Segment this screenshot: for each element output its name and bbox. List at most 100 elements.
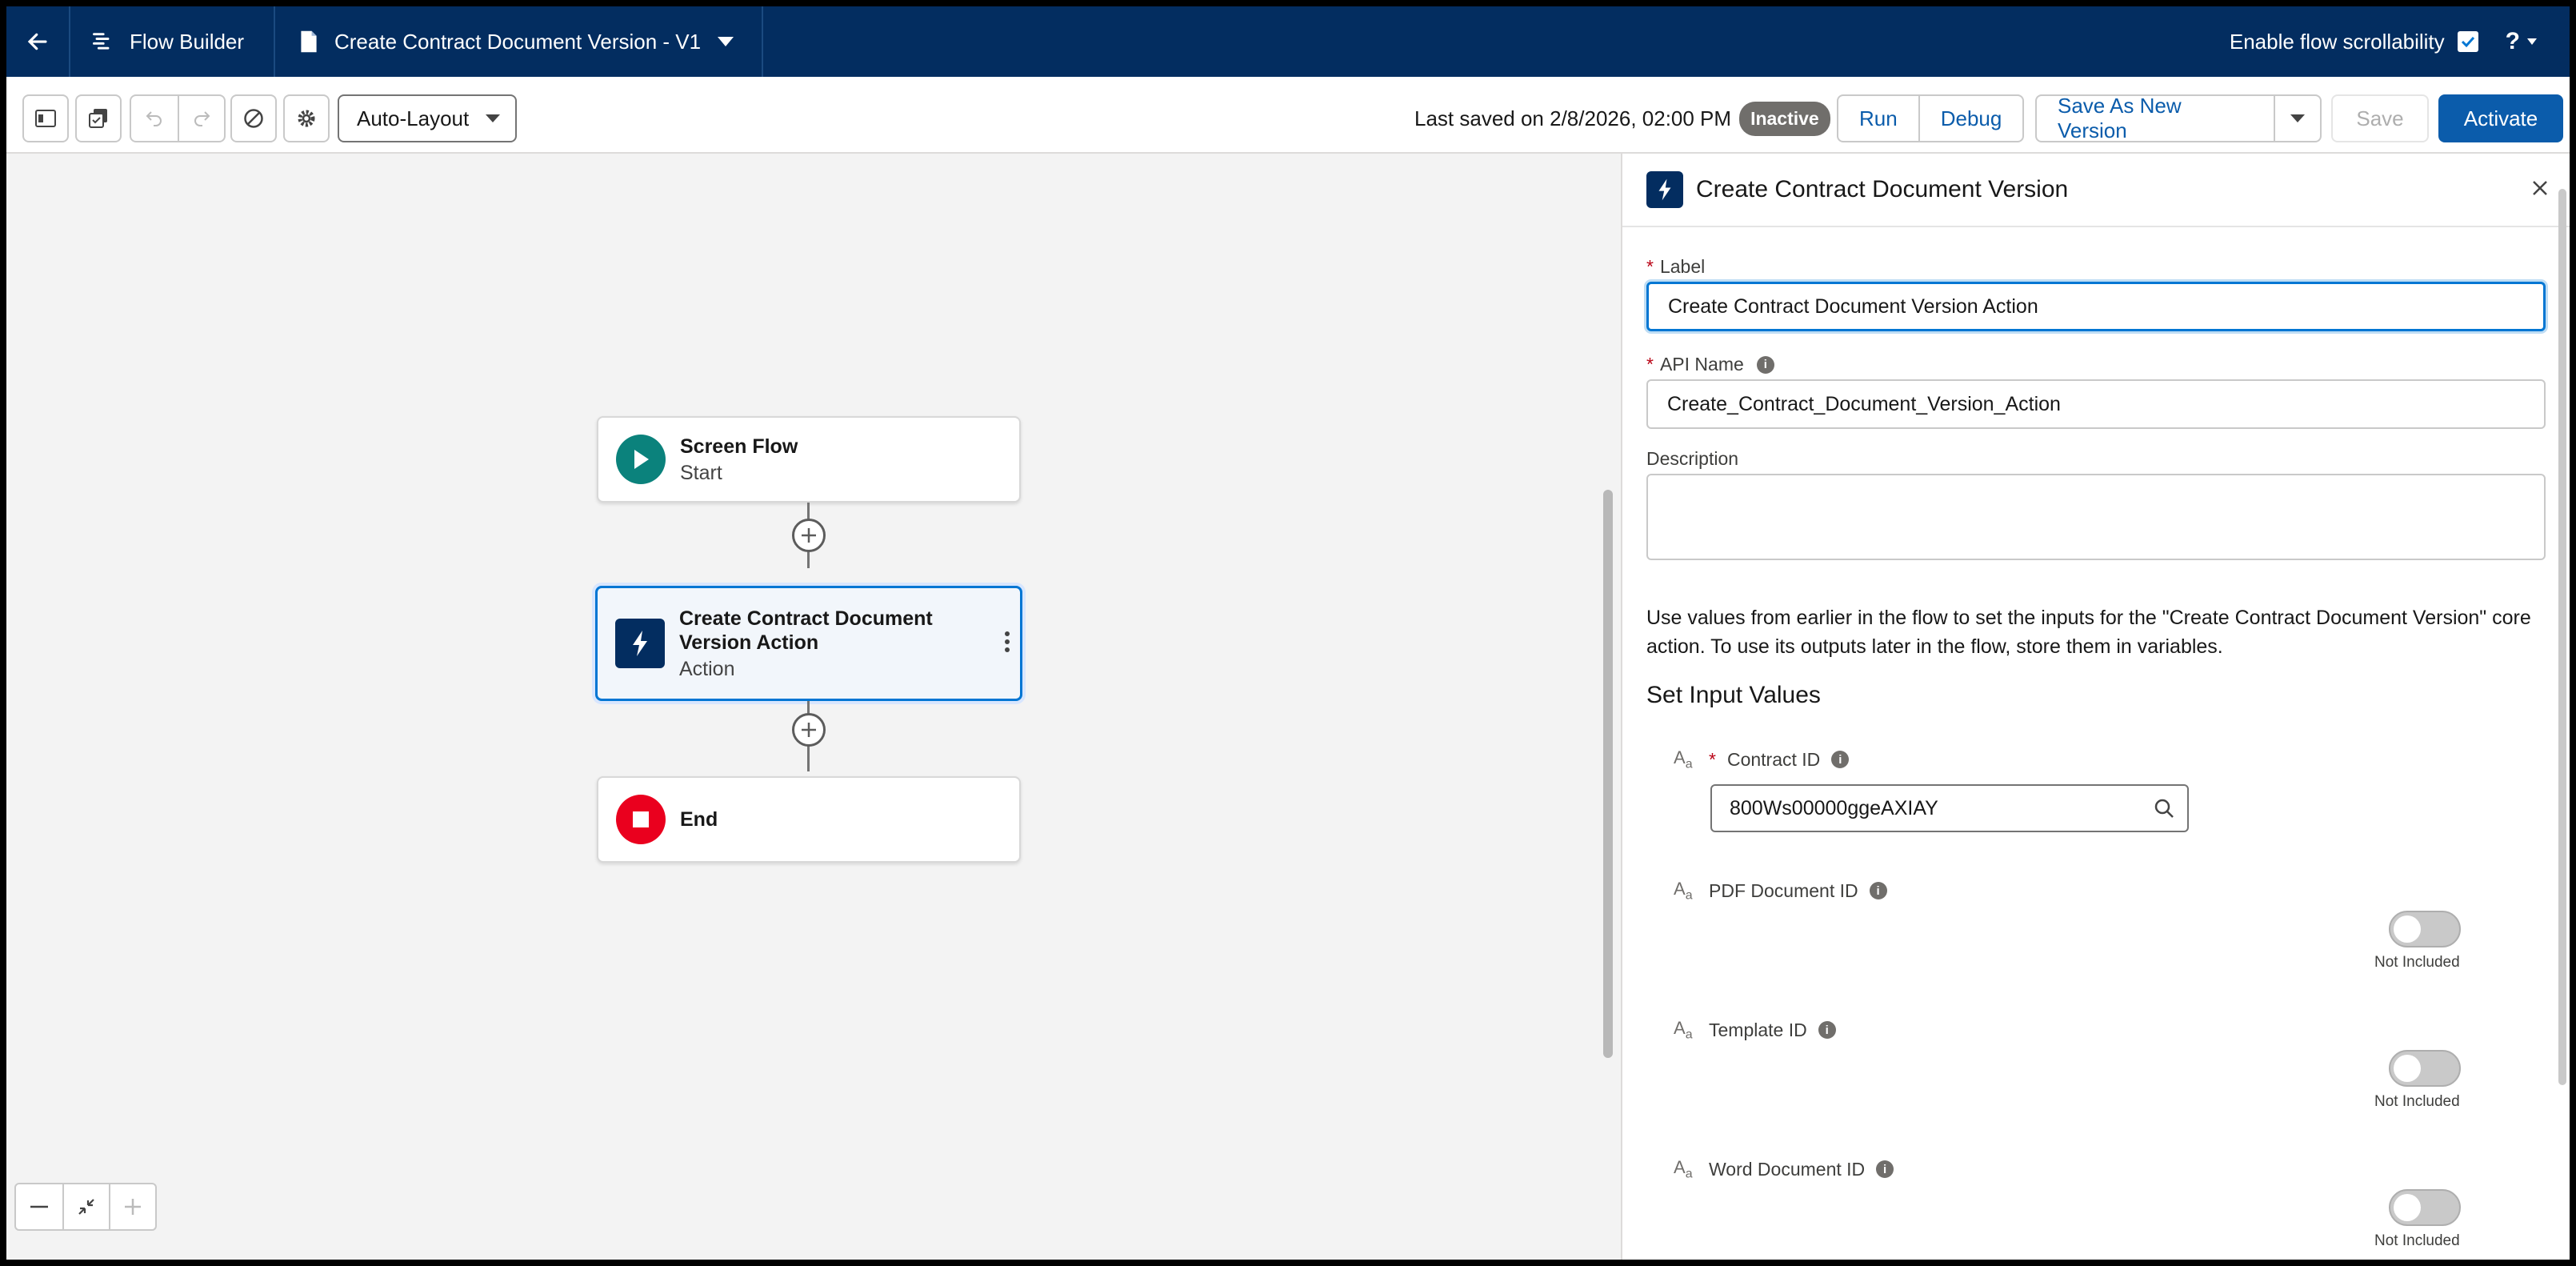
add-element-button[interactable] <box>792 713 826 747</box>
text-type-icon: Aa <box>1674 1018 1693 1042</box>
chevron-down-icon <box>2527 38 2537 45</box>
param-label: PDF Document ID <box>1709 879 1858 901</box>
description-textarea[interactable] <box>1646 474 2546 560</box>
info-icon[interactable]: i <box>1818 1021 1836 1040</box>
param-word-document-id: Aa Word Document ID i <box>1674 1157 1894 1181</box>
required-marker: * <box>1646 256 1654 277</box>
pdf-document-toggle[interactable] <box>2389 911 2461 947</box>
flow-canvas[interactable]: Screen Flow Start Create Contract Docume… <box>6 154 1613 1260</box>
plus-icon <box>802 723 816 737</box>
undo-button[interactable] <box>131 96 178 141</box>
param-label: Template ID <box>1709 1019 1807 1040</box>
description-field-text: Description <box>1646 448 1739 469</box>
close-panel-button[interactable] <box>2531 176 2549 203</box>
arrow-left-icon <box>27 33 47 50</box>
toggle-label: Not Included <box>2374 954 2460 971</box>
zoom-out-button[interactable] <box>16 1184 62 1229</box>
save-status: Last saved on 2/8/2026, 02:00 PM Inactiv… <box>1414 94 1830 142</box>
text-type-icon: Aa <box>1674 747 1693 771</box>
panel-toggle-icon <box>35 110 56 127</box>
gear-icon <box>298 110 315 127</box>
scroll-toggle-label: Enable flow scrollability <box>2229 29 2445 54</box>
plus-icon <box>125 1199 141 1215</box>
play-icon <box>616 435 666 484</box>
label-field-label: * Label <box>1646 256 1705 278</box>
redo-button[interactable] <box>178 96 224 141</box>
chevron-down-icon <box>486 114 500 122</box>
start-node-title: Screen Flow <box>680 435 798 458</box>
param-label: Word Document ID <box>1709 1158 1866 1180</box>
api-name-field-text: API Name <box>1659 354 1744 375</box>
add-element-button[interactable] <box>792 519 826 552</box>
label-input[interactable]: Create Contract Document Version Action <box>1646 282 2546 331</box>
panel-header: Create Contract Document Version <box>1622 154 2570 227</box>
contract-id-value: 800Ws00000ggeAXIAY <box>1730 796 1938 819</box>
zoom-controls <box>14 1183 157 1231</box>
info-icon[interactable]: i <box>1876 1160 1894 1179</box>
last-saved-text: Last saved on 2/8/2026, 02:00 PM <box>1414 106 1732 130</box>
action-node-title: Create Contract Document Version Action <box>679 607 933 654</box>
action-node[interactable]: Create Contract Document Version Action … <box>595 586 1022 701</box>
run-button[interactable]: Run <box>1838 96 1918 141</box>
zoom-in-button[interactable] <box>109 1184 155 1229</box>
save-as-new-version-button[interactable]: Save As New Version <box>2037 96 2274 141</box>
save-button[interactable]: Save <box>2331 94 2429 142</box>
more-vertical-icon <box>1005 631 1010 652</box>
end-node[interactable]: End <box>597 776 1021 863</box>
lightning-icon <box>615 619 665 668</box>
lightning-icon <box>1646 171 1683 208</box>
help-menu[interactable]: ? <box>2506 28 2538 55</box>
search-icon <box>2154 799 2174 818</box>
api-name-field-label: * API Name i <box>1646 354 1774 375</box>
api-name-input[interactable]: Create_Contract_Document_Version_Action <box>1646 379 2546 429</box>
close-icon <box>2533 181 2547 195</box>
section-title: Set Input Values <box>1646 682 1821 708</box>
back-button[interactable] <box>6 6 70 77</box>
flow-icon <box>93 33 110 50</box>
activate-button[interactable]: Activate <box>2438 94 2563 142</box>
required-marker: * <box>1709 748 1716 770</box>
panel-scrollbar[interactable] <box>2558 189 2566 1085</box>
param-pdf-document-id: Aa PDF Document ID i <box>1674 879 1887 903</box>
scroll-checkbox[interactable] <box>2457 31 2478 52</box>
redo-icon <box>194 111 210 126</box>
action-node-subtitle: Action <box>679 657 735 680</box>
word-document-toggle[interactable] <box>2389 1189 2461 1226</box>
text-type-icon: Aa <box>1674 1157 1693 1181</box>
save-options-button[interactable] <box>2274 96 2320 141</box>
param-template-id: Aa Template ID i <box>1674 1018 1836 1042</box>
app-frame: Flow Builder Create Contract Document Ve… <box>6 6 2570 1260</box>
help-text: Use values from earlier in the flow to s… <box>1646 607 2531 658</box>
info-icon[interactable]: i <box>1869 882 1887 900</box>
canvas-scrollbar[interactable] <box>1603 490 1613 1058</box>
flow-title-menu[interactable]: Create Contract Document Version - V1 <box>275 6 763 77</box>
info-icon[interactable]: i <box>1756 355 1774 374</box>
debug-button[interactable]: Debug <box>1918 96 2023 141</box>
start-node-subtitle: Start <box>680 461 722 484</box>
layout-mode-select[interactable]: Auto-Layout <box>338 94 517 142</box>
start-node[interactable]: Screen Flow Start <box>597 416 1021 503</box>
text-type-icon: Aa <box>1674 879 1693 903</box>
header-right: Enable flow scrollability ? <box>2230 6 2538 77</box>
plus-icon <box>802 528 816 543</box>
minus-icon <box>30 1205 48 1208</box>
errors-button[interactable] <box>230 94 277 142</box>
status-badge: Inactive <box>1739 101 1830 136</box>
flow-settings-button[interactable] <box>283 94 330 142</box>
contract-id-lookup[interactable]: 800Ws00000ggeAXIAY <box>1710 784 2189 832</box>
undo-redo-group <box>130 94 226 142</box>
node-menu-button[interactable] <box>1004 631 1010 657</box>
top-header: Flow Builder Create Contract Document Ve… <box>6 6 2570 77</box>
fit-view-button[interactable] <box>62 1184 109 1229</box>
layout-mode-value: Auto-Layout <box>357 106 470 130</box>
toggle-toolbox-button[interactable] <box>22 94 69 142</box>
end-node-title: End <box>680 808 718 831</box>
properties-panel: Create Contract Document Version * Label… <box>1621 154 2570 1260</box>
select-elements-button[interactable] <box>75 94 122 142</box>
template-toggle[interactable] <box>2389 1050 2461 1087</box>
checkmark-icon <box>2461 36 2474 48</box>
label-input-value: Create Contract Document Version Action <box>1668 294 2038 318</box>
copy-check-icon <box>89 109 107 128</box>
info-icon[interactable]: i <box>1831 751 1850 769</box>
chevron-down-icon <box>718 37 734 46</box>
